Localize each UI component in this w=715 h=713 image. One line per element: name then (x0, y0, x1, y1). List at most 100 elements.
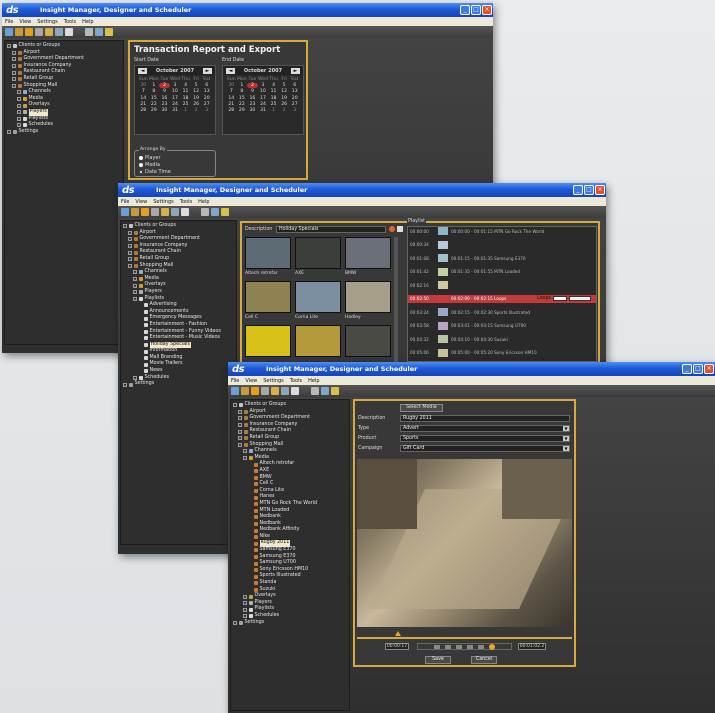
playlist-row[interactable]: 00:02:16 (408, 281, 596, 289)
tree-item[interactable]: – Clients or Groups (123, 223, 234, 230)
calendar-day[interactable]: 30 (138, 83, 149, 88)
calendar-day[interactable]: 21 (226, 102, 237, 107)
refresh-icon[interactable] (121, 208, 129, 216)
menu-view[interactable]: View (135, 199, 147, 205)
filter-icon[interactable] (331, 387, 339, 395)
radio-media[interactable]: Media (139, 162, 160, 168)
tree-item[interactable]: – Players (233, 600, 347, 607)
expand-toggle-icon[interactable]: – (128, 230, 132, 235)
playlist-icon[interactable] (271, 387, 279, 395)
sound-icon[interactable] (489, 643, 495, 650)
expand-toggle-icon[interactable]: – (243, 456, 247, 461)
calendar-day[interactable]: 3 (201, 108, 212, 113)
tree-item[interactable]: Nedbank (233, 514, 347, 521)
menu-settings[interactable]: Settings (37, 19, 58, 25)
calendar-day[interactable]: 2 (247, 83, 258, 89)
minimize-button[interactable]: _ (682, 364, 692, 374)
calendar-day[interactable]: 1 (149, 83, 160, 88)
calendar-day[interactable]: 2 (279, 108, 290, 113)
calendar-day[interactable]: 8 (149, 89, 160, 94)
expand-toggle-icon[interactable]: – (7, 130, 11, 135)
tree-item[interactable]: – Clients or Groups (233, 402, 347, 409)
playlist-row[interactable]: 00:04:32 00:04:10 - 00:04:30 Suzuki (408, 335, 596, 343)
filter-icon[interactable] (221, 208, 229, 216)
expand-toggle-icon[interactable]: – (238, 442, 242, 447)
tree-item[interactable]: – Shopping Mall (123, 263, 234, 270)
calendar-day[interactable]: 26 (279, 102, 290, 107)
expand-toggle-icon[interactable]: – (12, 50, 16, 55)
expand-toggle-icon[interactable]: – (238, 409, 242, 414)
tree-item[interactable]: Entertainment - Fashion (123, 322, 234, 329)
expand-toggle-icon[interactable]: – (12, 77, 16, 82)
prev-frame-icon[interactable] (445, 644, 451, 649)
expand-toggle-icon[interactable]: – (128, 263, 132, 268)
calendar-day[interactable]: 29 (149, 108, 160, 113)
calendar-day[interactable]: 9 (247, 89, 258, 94)
calendar-day[interactable]: 27 (201, 102, 212, 107)
calendar-day[interactable]: 5 (279, 83, 290, 88)
calendar-icon[interactable] (65, 28, 73, 36)
close-button[interactable]: × (595, 185, 605, 195)
calendar-day[interactable]: 20 (201, 96, 212, 101)
calendar-day[interactable]: 10 (258, 89, 269, 94)
calendar-day[interactable]: 7 (138, 89, 149, 94)
calendar-day[interactable]: 1 (268, 108, 279, 113)
tree-item[interactable]: – Settings (233, 620, 347, 627)
cancel-button[interactable]: Cancel (471, 656, 497, 664)
prev-month-button[interactable]: ◄ (138, 67, 147, 74)
tab-select-media[interactable]: Select Media (400, 404, 443, 412)
expand-toggle-icon[interactable]: – (12, 83, 16, 88)
tree-item[interactable]: – Playlists (7, 116, 121, 123)
export-icon[interactable] (201, 208, 209, 216)
expand-toggle-icon[interactable]: – (238, 416, 242, 421)
filter-icon[interactable] (105, 28, 113, 36)
tree-item[interactable]: Standa (233, 580, 347, 587)
report-icon[interactable] (281, 387, 289, 395)
tree-item[interactable]: MTN Loaded (233, 508, 347, 515)
expand-toggle-icon[interactable]: – (133, 296, 137, 301)
calendar-day[interactable]: 2 (159, 83, 170, 89)
calendar-day[interactable]: 24 (170, 102, 181, 107)
tools-icon[interactable] (241, 387, 249, 395)
tree-item[interactable]: – Schedules (233, 613, 347, 620)
calendar-day[interactable]: 13 (289, 89, 300, 94)
menu-view[interactable]: View (245, 378, 257, 384)
tree-item[interactable]: Sports Illustrated (233, 573, 347, 580)
calendar-day[interactable]: 16 (159, 96, 170, 101)
close-button[interactable]: × (482, 5, 492, 15)
description-input[interactable]: Holiday Specials (276, 226, 386, 233)
settings-icon[interactable] (95, 28, 103, 36)
export-icon[interactable] (85, 28, 93, 36)
tree-item[interactable]: – Channels (7, 89, 121, 96)
tools-icon[interactable] (131, 208, 139, 216)
calendar-day[interactable]: 6 (201, 83, 212, 88)
expand-toggle-icon[interactable]: – (7, 44, 11, 49)
media-thumbnail[interactable] (345, 281, 391, 313)
tree-item[interactable]: Holiday Specials (123, 341, 234, 349)
media-thumbnail[interactable] (345, 325, 391, 357)
tools-icon[interactable] (15, 28, 23, 36)
expand-toggle-icon[interactable]: – (128, 257, 132, 262)
tree-item[interactable]: MTN Go Rock The World (233, 501, 347, 508)
tree-item[interactable]: – Retail Group (123, 256, 234, 263)
playlist-row[interactable]: 00:03:24 00:02:15 - 00:02:30 Sports Illus… (408, 308, 596, 316)
playhead-marker[interactable] (395, 631, 401, 636)
calendar-day[interactable]: 15 (237, 96, 248, 101)
calendar-day[interactable]: 11 (268, 89, 279, 94)
field-select[interactable]: Sports ▼ (400, 435, 570, 442)
menu-view[interactable]: View (19, 19, 31, 25)
chevron-down-icon[interactable]: ▼ (563, 436, 569, 441)
tree-item[interactable]: Entertainment - Music Videos (123, 335, 234, 342)
expand-toggle-icon[interactable]: – (133, 290, 137, 295)
media-thumbnail[interactable] (295, 281, 341, 313)
tree-item[interactable]: News (123, 368, 234, 375)
calendar-day[interactable]: 28 (226, 108, 237, 113)
loops-slider[interactable] (569, 296, 592, 301)
expand-toggle-icon[interactable]: – (123, 382, 127, 387)
tree-item[interactable]: – Restaurant Chain (233, 428, 347, 435)
calendar-day[interactable]: 8 (237, 89, 248, 94)
save-button[interactable]: Save (425, 656, 451, 664)
loops-value[interactable] (553, 296, 568, 301)
maximize-button[interactable]: □ (584, 185, 594, 195)
expand-toggle-icon[interactable]: – (133, 375, 137, 380)
